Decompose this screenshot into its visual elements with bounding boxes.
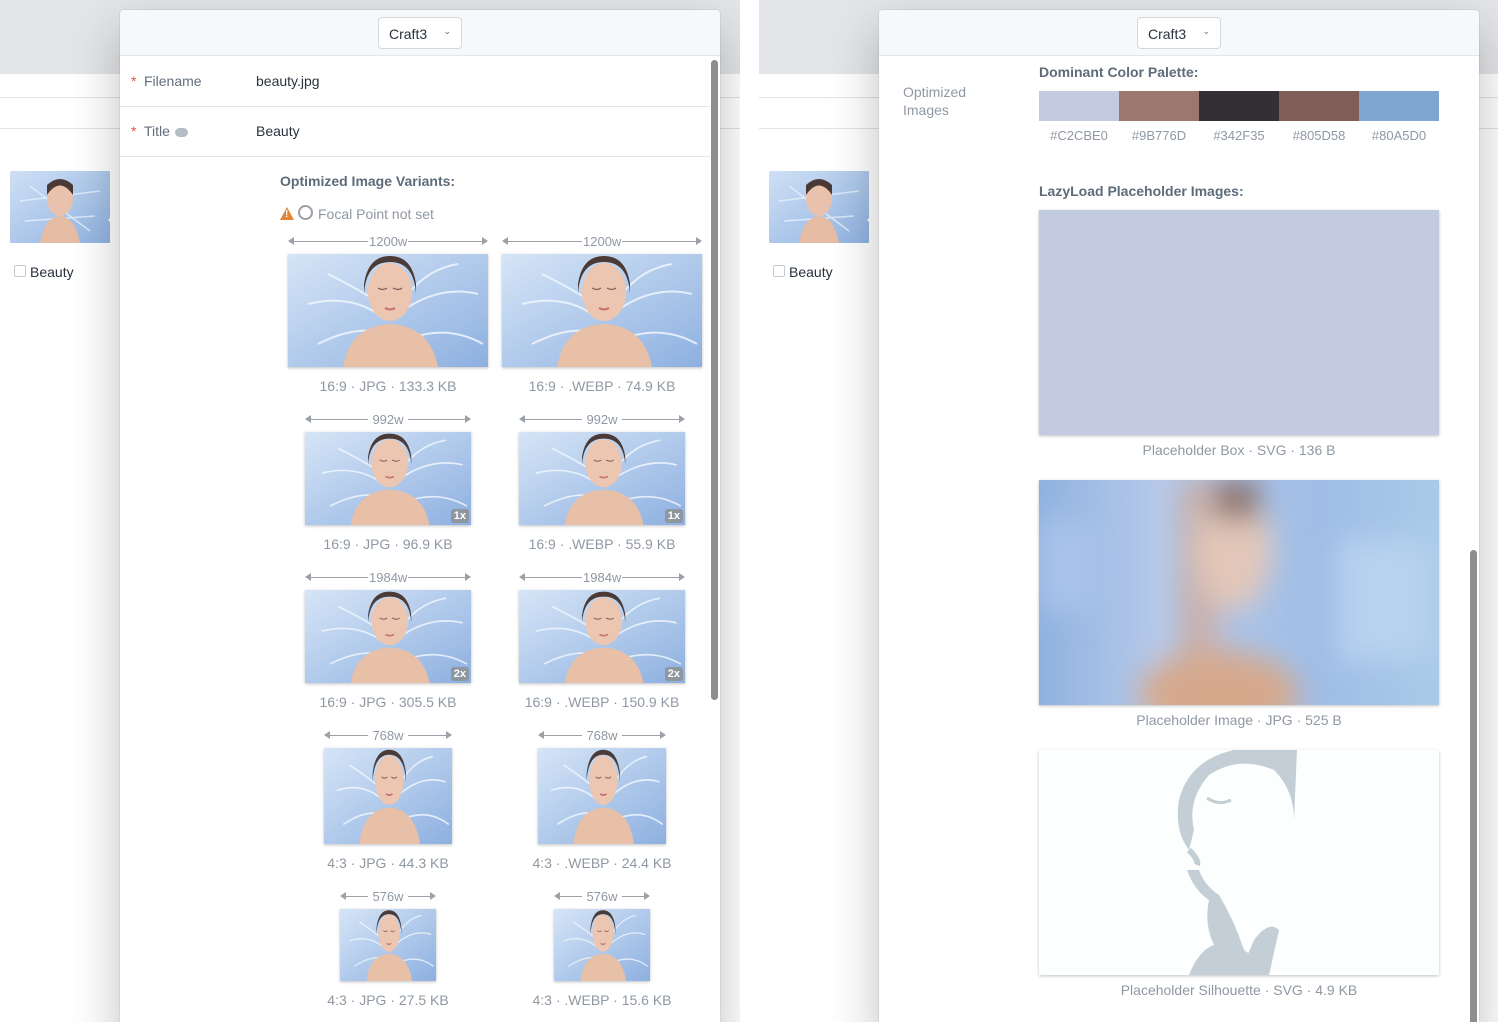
filename-input[interactable]: beauty.jpg xyxy=(256,73,320,89)
width-label: 576w xyxy=(368,889,408,904)
width-label: 768w xyxy=(582,728,622,743)
filename-field: * Filename beauty.jpg xyxy=(120,57,710,107)
asset-editor-hud: Craft3 ⌄ Optimized Images Dominant Color… xyxy=(879,10,1479,1022)
variant-caption: 16:9 · .WEBP · 150.9 KB xyxy=(524,694,680,710)
variant-image[interactable] xyxy=(340,909,436,981)
density-badge: 2x xyxy=(664,667,683,681)
variant-caption: 16:9 · JPG · 96.9 KB xyxy=(323,536,453,552)
width-label: 576w xyxy=(582,889,622,904)
width-label: 1200w xyxy=(368,234,408,249)
placeholder-silhouette-image xyxy=(1039,750,1439,975)
color-hex-label: #805D58 xyxy=(1292,128,1346,143)
variants-title: Optimized Image Variants: xyxy=(280,173,456,189)
asset-checkbox[interactable] xyxy=(14,265,26,277)
density-badge: 1x xyxy=(450,509,469,523)
chevron-down-icon: ⌄ xyxy=(443,26,451,36)
width-indicator: 992w xyxy=(519,412,685,427)
color-hex-label: #342F35 xyxy=(1213,128,1265,143)
width-label: 1984w xyxy=(368,570,408,585)
required-icon: * xyxy=(131,73,137,89)
asset-checkbox[interactable] xyxy=(773,265,785,277)
filename-label: Filename xyxy=(144,73,202,89)
density-badge: 2x xyxy=(450,667,469,681)
width-label: 768w xyxy=(368,728,408,743)
variant-image[interactable] xyxy=(502,254,702,367)
variant-image[interactable]: 2x xyxy=(519,590,685,683)
width-indicator: 1200w xyxy=(288,234,488,249)
variant-image[interactable]: 1x xyxy=(519,432,685,525)
placeholder-blur-image xyxy=(1039,480,1439,705)
variant-image[interactable] xyxy=(554,909,650,981)
variant-image[interactable] xyxy=(288,254,488,367)
chevron-down-icon: ⌄ xyxy=(1202,26,1210,36)
color-swatch xyxy=(1199,91,1279,121)
variant-image[interactable]: 1x xyxy=(305,432,471,525)
translatable-icon xyxy=(175,128,188,137)
density-badge: 1x xyxy=(664,509,683,523)
variant-caption: 16:9 · JPG · 133.3 KB xyxy=(319,378,457,394)
title-label: Title xyxy=(144,123,170,139)
width-label: 1984w xyxy=(582,570,622,585)
site-select-value: Craft3 xyxy=(389,26,428,42)
placeholder-silhouette-caption: Placeholder Silhouette · SVG · 4.9 KB xyxy=(1120,982,1358,998)
scrollbar[interactable] xyxy=(711,60,718,700)
asset-checkbox-label: Beauty xyxy=(30,264,74,280)
width-label: 992w xyxy=(582,412,622,427)
asset-checkbox-label: Beauty xyxy=(789,264,833,280)
width-indicator: 1984w xyxy=(305,570,471,585)
color-swatch xyxy=(1119,91,1199,121)
width-indicator: 1200w xyxy=(502,234,702,249)
color-swatch xyxy=(1359,91,1439,121)
palette-title: Dominant Color Palette: xyxy=(1039,64,1199,80)
focal-point-warning: Focal Point not set xyxy=(318,206,434,222)
placeholder-box-caption: Placeholder Box · SVG · 136 B xyxy=(1142,442,1336,458)
variant-caption: 4:3 · .WEBP · 15.6 KB xyxy=(532,992,672,1008)
variant-caption: 4:3 · JPG · 27.5 KB xyxy=(327,992,449,1008)
required-icon: * xyxy=(131,123,137,139)
asset-editor-hud: Craft3 ⌄ * Filename beauty.jpg * Title B… xyxy=(120,10,720,1022)
placeholder-image-caption: Placeholder Image · JPG · 525 B xyxy=(1136,712,1342,728)
color-swatch xyxy=(1039,91,1119,121)
width-indicator: 768w xyxy=(324,728,452,743)
color-hex-label: #C2CBE0 xyxy=(1050,128,1108,143)
width-indicator: 992w xyxy=(305,412,471,427)
lazyload-title: LazyLoad Placeholder Images: xyxy=(1039,183,1244,199)
right-screenshot: Beauty Craft3 ⌄ Optimized Images Dominan… xyxy=(759,0,1498,1022)
variant-caption: 4:3 · JPG · 44.3 KB xyxy=(327,855,449,871)
variant-caption: 16:9 · .WEBP · 74.9 KB xyxy=(528,378,676,394)
placeholder-box-image xyxy=(1039,210,1439,435)
width-indicator: 576w xyxy=(554,889,650,904)
color-hex-label: #80A5D0 xyxy=(1371,128,1427,143)
title-input[interactable]: Beauty xyxy=(256,123,300,139)
variant-caption: 4:3 · .WEBP · 24.4 KB xyxy=(532,855,672,871)
variant-image[interactable] xyxy=(324,748,452,844)
asset-thumbnail[interactable] xyxy=(10,171,110,243)
variant-image[interactable] xyxy=(538,748,666,844)
left-screenshot: Beauty Craft3 ⌄ * Filename beauty.jpg * … xyxy=(0,0,740,1022)
width-indicator: 576w xyxy=(340,889,436,904)
hud-header: Craft3 ⌄ xyxy=(120,10,720,56)
site-select-value: Craft3 xyxy=(1148,26,1187,42)
title-field: * Title Beauty xyxy=(120,107,710,157)
width-indicator: 1984w xyxy=(519,570,685,585)
color-hex-label: #9B776D xyxy=(1131,128,1187,143)
variant-caption: 16:9 · JPG · 305.5 KB xyxy=(319,694,457,710)
asset-thumbnail[interactable] xyxy=(769,171,869,243)
scrollbar[interactable] xyxy=(1470,550,1477,1022)
optimized-images-label: Optimized Images xyxy=(903,84,967,118)
width-label: 1200w xyxy=(582,234,622,249)
site-select[interactable]: Craft3 ⌄ xyxy=(378,17,462,49)
variant-image[interactable]: 2x xyxy=(305,590,471,683)
variant-caption: 16:9 · .WEBP · 55.9 KB xyxy=(528,536,676,552)
width-indicator: 768w xyxy=(538,728,666,743)
site-select[interactable]: Craft3 ⌄ xyxy=(1137,17,1221,49)
aperture-icon xyxy=(298,205,313,220)
color-swatch xyxy=(1279,91,1359,121)
width-label: 992w xyxy=(368,412,408,427)
hud-header: Craft3 ⌄ xyxy=(879,10,1479,56)
